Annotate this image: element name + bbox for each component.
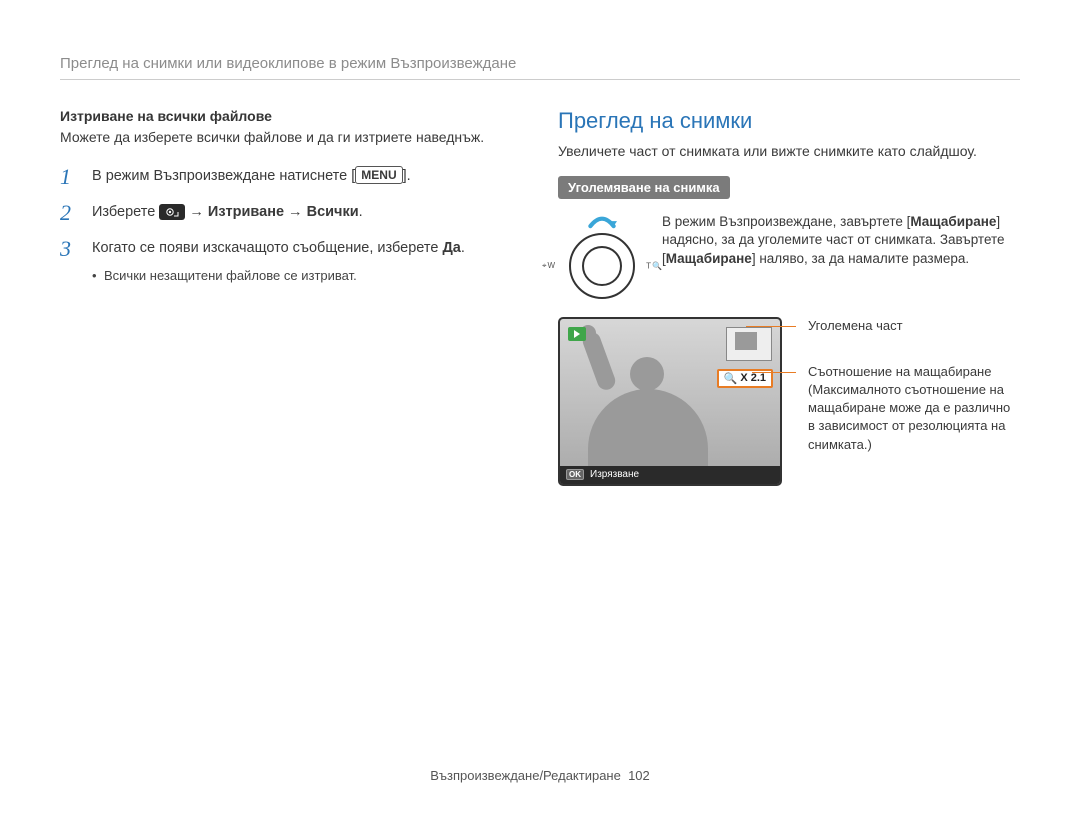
t-label: T: [646, 261, 651, 270]
delete-all-intro: Можете да изберете всички файлове и да г…: [60, 128, 522, 148]
minimap-thumbnail: [726, 327, 772, 361]
callout-text: Съотношение на мащабиране (Максималното …: [808, 364, 1010, 452]
dial-tele-label: T 🔍: [646, 261, 662, 270]
lcd-screen: 🔍 X 2.1 OK Изрязване: [558, 317, 782, 486]
callout-line-icon: [746, 326, 796, 327]
content-columns: Изтриване на всички файлове Можете да из…: [60, 108, 1020, 486]
text-segment: .: [359, 204, 363, 220]
section-header: Преглед на снимки или видеоклипове в реж…: [60, 55, 1020, 80]
callouts: Уголемена част Съотношение на мащабиране…: [796, 317, 1020, 482]
text-segment: Изберете: [92, 204, 159, 220]
text-segment: В режим Възпроизвеждане натиснете [: [92, 168, 355, 184]
step-1-text: В режим Възпроизвеждане натиснете [MENU]…: [92, 166, 411, 187]
rotate-arrow-icon: [587, 213, 617, 231]
text-segment: .: [461, 240, 465, 256]
callout-text: Уголемена част: [808, 318, 903, 333]
crosshair-icon: ⌖: [542, 261, 547, 271]
w-label: W: [548, 261, 556, 270]
magnifier-icon: 🔍: [724, 372, 738, 385]
zoom-dial-text: В режим Възпроизвеждане, завъртете [Маща…: [662, 213, 1020, 270]
crop-label: Изрязване: [590, 469, 639, 480]
text-segment: Когато се появи изскачащото съобщение, и…: [92, 240, 442, 256]
zoom-dial-icon: [569, 233, 635, 299]
step-number: 2: [60, 202, 78, 224]
silhouette-head: [630, 357, 664, 391]
right-column: Преглед на снимки Увеличете част от сним…: [558, 108, 1020, 486]
callout-zoom-ratio: Съотношение на мащабиране (Максималното …: [796, 363, 1020, 454]
page: Преглед на снимки или видеоклипове в реж…: [0, 0, 1080, 815]
step-3: 3 Когато се появи изскачащото съобщение,…: [60, 238, 522, 286]
step-number: 3: [60, 238, 78, 260]
text-segment: ] наляво, за да намалите размера.: [752, 251, 969, 266]
text-segment: ].: [403, 168, 411, 184]
step-3-text: Когато се появи изскачащото съобщение, и…: [92, 238, 465, 286]
play-icon: [568, 327, 586, 341]
zoom-control-name: Мащабиране: [666, 251, 752, 266]
footer-section: Възпроизвеждане/Редактиране: [430, 768, 621, 783]
view-photos-title: Преглед на снимки: [558, 108, 1020, 134]
zoom-control-name: Мащабиране: [910, 214, 996, 229]
lcd-figure-row: 🔍 X 2.1 OK Изрязване Уголемена част: [558, 317, 1020, 486]
yes-option: Да: [442, 240, 460, 256]
steps-list: 1 В режим Възпроизвеждане натиснете [MEN…: [60, 166, 522, 286]
callout-enlarged-area: Уголемена част: [796, 317, 1020, 335]
zoom-dial-row: ⌖ W T 🔍 В режим Възпроизвеждане, завърте…: [558, 213, 1020, 299]
step-2-text: Изберете → Изтриване → Всички.: [92, 202, 363, 223]
callout-line-icon: [752, 372, 796, 373]
gear-icon: [159, 204, 185, 220]
minimap-viewport: [735, 332, 757, 350]
enlarge-subheading: Уголемяване на снимка: [558, 176, 730, 199]
step-1: 1 В режим Възпроизвеждане натиснете [MEN…: [60, 166, 522, 188]
step-number: 1: [60, 166, 78, 188]
step-2: 2 Изберете → Изтриване → Всички.: [60, 202, 522, 224]
text-segment: В режим Възпроизвеждане, завъртете [: [662, 214, 910, 229]
step-3-note: Всички незащитени файлове се изтриват.: [92, 267, 465, 286]
arrow-icon: →: [284, 204, 307, 220]
crop-bar: OK Изрязване: [560, 466, 780, 484]
dial-wide-label: ⌖ W: [542, 261, 555, 271]
delete-all-heading: Изтриване на всички файлове: [60, 108, 522, 124]
menu-path-delete: Изтриване: [208, 204, 284, 220]
zoom-value: X 2.1: [740, 372, 766, 384]
zoom-dial-figure: ⌖ W T 🔍: [558, 213, 646, 299]
menu-path-all: Всички: [307, 204, 359, 220]
left-column: Изтриване на всички файлове Можете да из…: [60, 108, 522, 486]
page-number: 102: [628, 768, 650, 783]
arrow-icon: →: [185, 204, 208, 220]
page-footer: Възпроизвеждане/Редактиране 102: [0, 768, 1080, 783]
ok-icon: OK: [566, 469, 584, 480]
view-photos-intro: Увеличете част от снимката или вижте сни…: [558, 142, 1020, 162]
magnifier-icon: 🔍: [652, 261, 662, 270]
menu-button-label: MENU: [355, 166, 402, 184]
